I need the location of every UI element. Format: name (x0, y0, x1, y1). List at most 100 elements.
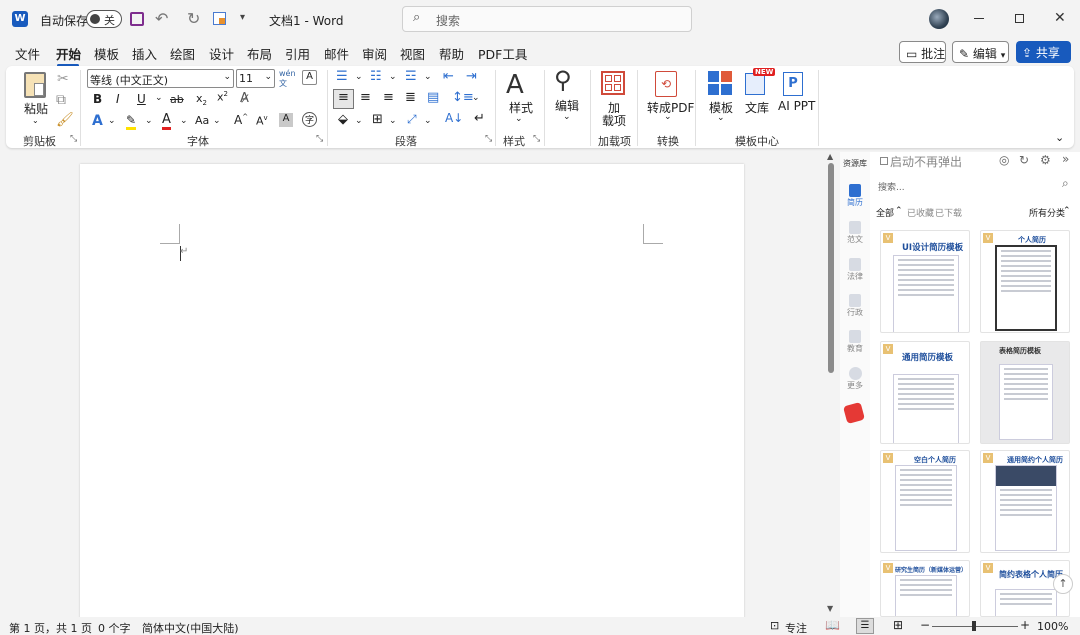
template-card[interactable]: V 通用简历模板 (880, 341, 970, 444)
strikethrough-icon[interactable]: ab (170, 93, 184, 106)
template-icon[interactable] (708, 71, 732, 95)
rail-essays[interactable]: 范文 (840, 221, 870, 245)
tab-design[interactable]: 设计 (209, 44, 234, 63)
show-marks-icon[interactable]: ↵ (474, 111, 485, 126)
align-right-icon[interactable]: ≡ (383, 90, 394, 105)
font-size-select[interactable]: 11 ⌄ (236, 69, 275, 88)
filter-all[interactable]: 全部 (876, 206, 894, 219)
justify-icon[interactable]: ≣ (405, 90, 416, 105)
chevron-down-icon[interactable]: ⌄ (424, 116, 432, 126)
collapse-ribbon-icon[interactable]: ⌄ (1055, 131, 1064, 144)
format-painter-qat-icon[interactable] (213, 12, 226, 25)
chevron-down-icon[interactable]: ⌄ (213, 116, 221, 126)
chevron-down-icon[interactable]: ⌄ (389, 72, 397, 82)
document-page[interactable]: ↵ (80, 164, 744, 624)
rail-admin[interactable]: 行政 (840, 294, 870, 318)
rail-law[interactable]: 法律 (840, 258, 870, 282)
italic-icon[interactable]: I (116, 92, 120, 106)
no-popup-label[interactable]: 启动不再弹出 (890, 153, 962, 170)
chevron-down-icon[interactable]: ⌄ (515, 114, 523, 124)
chinese-layout-icon[interactable]: ⤢ (407, 112, 417, 127)
enclose-icon[interactable]: 字 (302, 112, 317, 127)
language[interactable]: 简体中文(中国大陆) (142, 620, 239, 635)
user-icon[interactable]: ◎ (999, 153, 1009, 167)
shrink-font-icon[interactable]: Av (256, 114, 268, 128)
chevron-down-icon[interactable]: ⌄ (424, 72, 432, 82)
focus-label[interactable]: 专注 (785, 620, 807, 635)
copy-icon[interactable]: ⧉ (56, 92, 66, 108)
filter-downloaded[interactable]: 已下载 (935, 206, 962, 219)
tab-review[interactable]: 审阅 (362, 44, 387, 63)
chevron-down-icon[interactable]: ⌄ (32, 116, 39, 125)
subscript-icon[interactable]: x2 (196, 92, 207, 107)
addins-label-2[interactable]: 载项 (602, 112, 626, 129)
minimize-icon[interactable] (974, 18, 984, 19)
enclose-char-icon[interactable]: A (302, 70, 317, 85)
autosave-toggle[interactable]: 关 (86, 10, 122, 28)
underline-icon[interactable]: U (137, 92, 146, 106)
search-box[interactable]: ⌕ 搜索 (402, 6, 692, 32)
chevron-down-icon[interactable]: ⌄ (472, 93, 480, 103)
editing-mode-button[interactable]: ✎ 编辑 ▾ (952, 41, 1009, 63)
sort-icon[interactable]: A↓ (445, 111, 463, 125)
align-left-icon[interactable]: ≡ (333, 89, 354, 109)
line-spacing-icon[interactable]: ↕≡ (452, 90, 474, 105)
customize-qat-icon[interactable]: ▾ (240, 12, 245, 23)
font-name-select[interactable]: 等线 (中文正文) ⌄ (87, 69, 234, 88)
scroll-up-icon[interactable]: ▲ (827, 152, 833, 161)
chevron-down-icon[interactable]: ⌄ (355, 116, 363, 126)
paste-label[interactable]: 粘贴 (24, 100, 48, 117)
template-card[interactable]: V 通用简约个人简历 (980, 450, 1070, 553)
tab-pdf-tools[interactable]: PDF工具 (478, 44, 527, 63)
zoom-out-icon[interactable]: − (920, 618, 930, 632)
tab-templates[interactable]: 模板 (94, 44, 119, 63)
borders-icon[interactable]: ⊞ (372, 112, 383, 127)
word-count[interactable]: 0 个字 (98, 620, 131, 635)
maximize-icon[interactable] (1015, 14, 1024, 23)
tab-mailings[interactable]: 邮件 (324, 44, 349, 63)
numbering-icon[interactable]: ☷ (370, 69, 382, 84)
chevron-down-icon[interactable]: ⌄ (389, 116, 397, 126)
tab-file[interactable]: 文件 (15, 44, 40, 63)
tab-draw[interactable]: 绘图 (170, 44, 195, 63)
collapse-panel-icon[interactable]: » (1062, 152, 1069, 166)
zoom-slider-thumb[interactable] (972, 621, 976, 631)
library-icon[interactable] (745, 73, 765, 95)
chevron-down-icon[interactable]: ⌄ (108, 116, 116, 126)
undo-icon[interactable]: ↶ (155, 9, 168, 28)
refresh-icon[interactable]: ↻ (1019, 153, 1029, 167)
increase-indent-icon[interactable]: ⇥ (466, 69, 477, 84)
phonetic-guide-icon[interactable]: wén 文 (279, 69, 296, 89)
rail-education[interactable]: 教育 (840, 330, 870, 354)
share-button[interactable]: ⇪ 共享 ▾ (1016, 41, 1071, 75)
text-effects-icon[interactable]: A (92, 113, 103, 129)
paste-icon[interactable] (24, 72, 46, 98)
tab-view[interactable]: 视图 (400, 44, 425, 63)
no-popup-checkbox[interactable] (880, 157, 888, 165)
scrollbar-thumb[interactable] (828, 163, 834, 373)
addins-icon[interactable] (601, 71, 625, 95)
tab-help[interactable]: 帮助 (439, 44, 464, 63)
dialog-launcher-icon[interactable]: ⤡ (70, 134, 77, 144)
ai-ppt-icon[interactable]: P (783, 72, 803, 96)
bullets-icon[interactable]: ☰ (336, 69, 348, 84)
settings-icon[interactable]: ⚙ (1040, 153, 1051, 167)
highlight-icon[interactable]: ✎ (126, 113, 137, 130)
chevron-down-icon[interactable]: ⌄ (717, 113, 725, 123)
tab-insert[interactable]: 插入 (132, 44, 157, 63)
chevron-down-icon[interactable]: ⌄ (155, 93, 163, 103)
rail-resume[interactable]: 简历 (840, 184, 870, 208)
multilevel-list-icon[interactable]: ☲ (405, 69, 417, 84)
zoom-in-icon[interactable]: + (1020, 618, 1030, 632)
chevron-down-icon[interactable]: ⌄ (145, 116, 153, 126)
tab-references[interactable]: 引用 (285, 44, 310, 63)
close-icon[interactable]: ✕ (1054, 10, 1066, 26)
cut-icon[interactable]: ✂ (57, 71, 69, 87)
template-card[interactable]: V UI设计简历模板 (880, 230, 970, 333)
dialog-launcher-icon[interactable]: ⤡ (316, 134, 323, 144)
rail-resource-library[interactable]: 资源库 (840, 158, 870, 169)
template-card[interactable]: V 研究生简历（新媒体运营） (880, 560, 970, 617)
back-to-top-button[interactable]: ↑ (1053, 574, 1073, 594)
tab-layout[interactable]: 布局 (247, 44, 272, 63)
print-layout-icon[interactable]: ☰ (856, 618, 874, 634)
